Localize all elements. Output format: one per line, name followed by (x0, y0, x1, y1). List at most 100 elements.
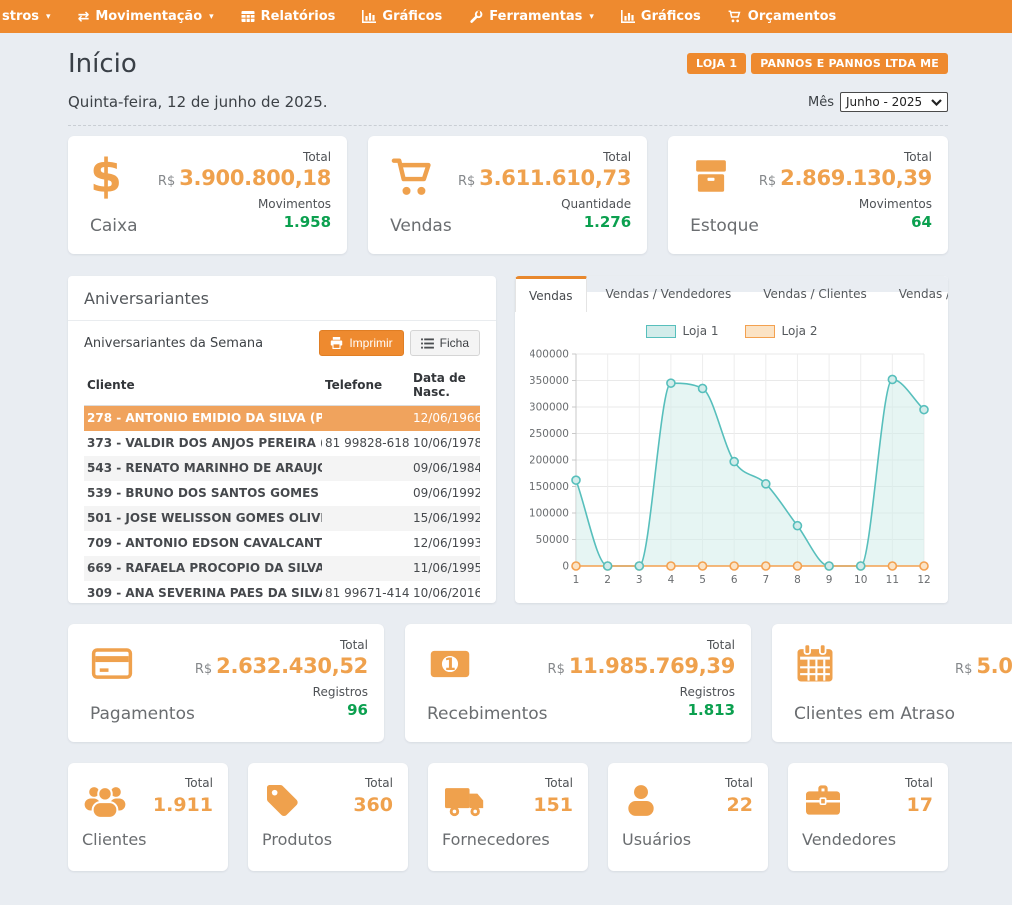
mini-card-fornecedores: Fornecedores Total 151 (428, 763, 588, 871)
stat-card-caixa: $ Caixa Total R$3.900.800,18 Movimentos … (68, 136, 347, 254)
current-date: Quinta-feira, 12 de junho de 2025. (68, 93, 328, 111)
table-row[interactable]: 501 - JOSE WELISSON GOMES OLIVEIR...15/0… (84, 506, 480, 531)
svg-text:7: 7 (762, 574, 769, 586)
nav-item-orcamentos[interactable]: Orçamentos (728, 9, 836, 24)
client-cell: 709 - ANTONIO EDSON CAVALCANTE D... (84, 531, 322, 556)
nav-item-cadastros[interactable]: stros ▾ (2, 9, 51, 24)
table-row[interactable]: 543 - RENATO MARINHO DE ARAUJO (F...09/0… (84, 456, 480, 481)
svg-text:200000: 200000 (530, 455, 569, 467)
metric-label: Movimentos (759, 197, 932, 211)
stat-card-recebimentos: 1 Recebimentos Total R$11.985.769,39 Reg… (405, 624, 751, 742)
total-label: Total (955, 638, 1012, 652)
metric-label: Quantidade (458, 197, 631, 211)
credit-card-icon (90, 640, 195, 688)
table-row[interactable]: 278 - ANTONIO EMIDIO DA SILVA (PALE... 12… (84, 406, 480, 431)
table-row[interactable]: 309 - ANA SEVERINA PAES DA SILVA81 99671… (84, 581, 480, 604)
client-cell: 373 - VALDIR DOS ANJOS PEREIRA (AN... (84, 431, 322, 456)
total-label: Total (759, 150, 932, 164)
month-select[interactable]: Junho - 2025 (840, 92, 948, 112)
total-label: Total (195, 638, 368, 652)
mini-card-produtos: Produtos Total 360 (248, 763, 408, 871)
svg-text:12: 12 (917, 574, 930, 586)
svg-text:4: 4 (668, 574, 675, 586)
birthdate-cell: 12/06/1966 (410, 406, 480, 431)
nav-item-ferramentas[interactable]: Ferramentas ▾ (469, 9, 594, 24)
table-row[interactable]: 373 - VALDIR DOS ANJOS PEREIRA (AN...81 … (84, 431, 480, 456)
nav-item-movimentacao[interactable]: ⇄ Movimentação ▾ (78, 9, 214, 24)
birthdays-title: Aniversariantes (68, 276, 496, 321)
svg-text:1: 1 (573, 574, 580, 586)
total-count: 360 (353, 794, 393, 816)
nav-label: Orçamentos (748, 9, 836, 24)
birthdate-cell: 09/06/1992 (410, 481, 480, 506)
metric-label: Registros (548, 685, 735, 699)
svg-text:100000: 100000 (530, 508, 569, 520)
bar-chart-icon (621, 10, 635, 23)
phone-cell: 81 99828-6185 (322, 431, 410, 456)
svg-text:350000: 350000 (530, 375, 569, 387)
metric-value: 433 (955, 701, 1012, 719)
printer-icon (330, 337, 343, 349)
total-label: Total (353, 776, 393, 790)
metric-label: Registros (955, 685, 1012, 699)
stat-label: Pagamentos (90, 704, 195, 724)
svg-text:0: 0 (562, 561, 569, 573)
print-button-label: Imprimir (349, 336, 392, 350)
currency-prefix: R$ (759, 174, 776, 189)
ficha-button[interactable]: Ficha (410, 330, 480, 356)
client-cell: 278 - ANTONIO EMIDIO DA SILVA (PALE... (84, 406, 322, 431)
top-navbar: stros ▾ ⇄ Movimentação ▾ Relatórios Gráf… (0, 0, 1012, 33)
metric-value: 64 (759, 213, 932, 231)
ficha-button-label: Ficha (440, 336, 469, 350)
money-bill-icon: 1 (427, 640, 548, 688)
month-select-value: Junho - 2025 (846, 95, 922, 109)
chevron-down-icon (931, 99, 942, 106)
phone-cell (322, 531, 410, 556)
client-cell: 539 - BRUNO DOS SANTOS GOMES (84, 481, 322, 506)
table-icon (241, 10, 255, 23)
client-cell: 309 - ANA SEVERINA PAES DA SILVA (84, 581, 322, 604)
tab-vendas-clientes[interactable]: Vendas / Clientes (750, 276, 880, 312)
phone-cell (322, 481, 410, 506)
caret-down-icon: ▾ (209, 12, 214, 22)
print-button[interactable]: Imprimir (319, 330, 403, 356)
total-amount: 3.900.800,18 (179, 166, 331, 190)
tab-vendas-produtos[interactable]: Vendas / Produtos (886, 276, 948, 312)
total-label: Total (458, 150, 631, 164)
stat-label: Caixa (90, 216, 138, 236)
store-badge: LOJA 1 (687, 53, 746, 74)
phone-cell (322, 506, 410, 531)
nav-item-graficos-2[interactable]: Gráficos (621, 9, 701, 24)
currency-prefix: R$ (158, 174, 175, 189)
phone-cell (322, 456, 410, 481)
metric-value: 96 (195, 701, 368, 719)
nav-item-relatorios[interactable]: Relatórios (241, 9, 336, 24)
svg-text:10: 10 (854, 574, 867, 586)
metric-value: 1.958 (158, 213, 331, 231)
column-header-cliente: Cliente (84, 365, 322, 406)
table-row[interactable]: 539 - BRUNO DOS SANTOS GOMES 09/06/1992 (84, 481, 480, 506)
table-row[interactable]: 669 - RAFAELA PROCOPIO DA SILVA CA...11/… (84, 556, 480, 581)
total-label: Total (548, 638, 735, 652)
birthdate-cell: 12/06/1993 (410, 531, 480, 556)
nav-label: Gráficos (382, 9, 442, 24)
birthdays-table: Cliente Telefone Data de Nasc. 278 - ANT… (84, 365, 480, 603)
total-label: Total (153, 776, 213, 790)
nav-label: Relatórios (261, 9, 336, 24)
tab-vendas[interactable]: Vendas (515, 276, 587, 312)
table-row[interactable]: 709 - ANTONIO EDSON CAVALCANTE D... 12/06… (84, 531, 480, 556)
nav-item-graficos-1[interactable]: Gráficos (362, 9, 442, 24)
total-amount: 3.611.610,73 (479, 166, 631, 190)
total-amount: 11.985.769,39 (569, 654, 735, 678)
tab-vendas-vendedores[interactable]: Vendas / Vendedores (593, 276, 745, 312)
legend-item-loja-1[interactable]: Loja 1 (646, 324, 719, 338)
main-content: Início LOJA 1 PANNOS E PANNOS LTDA ME Qu… (0, 49, 1012, 901)
mini-card-label: Vendedores (802, 830, 934, 849)
birthdate-cell: 15/06/1992 (410, 506, 480, 531)
svg-text:150000: 150000 (530, 481, 569, 493)
legend-item-loja-2[interactable]: Loja 2 (745, 324, 818, 338)
currency-prefix: R$ (548, 662, 565, 677)
stat-card-estoque: Estoque Total R$2.869.130,39 Movimentos … (668, 136, 948, 254)
list-icon (421, 338, 434, 349)
svg-text:300000: 300000 (530, 402, 569, 414)
